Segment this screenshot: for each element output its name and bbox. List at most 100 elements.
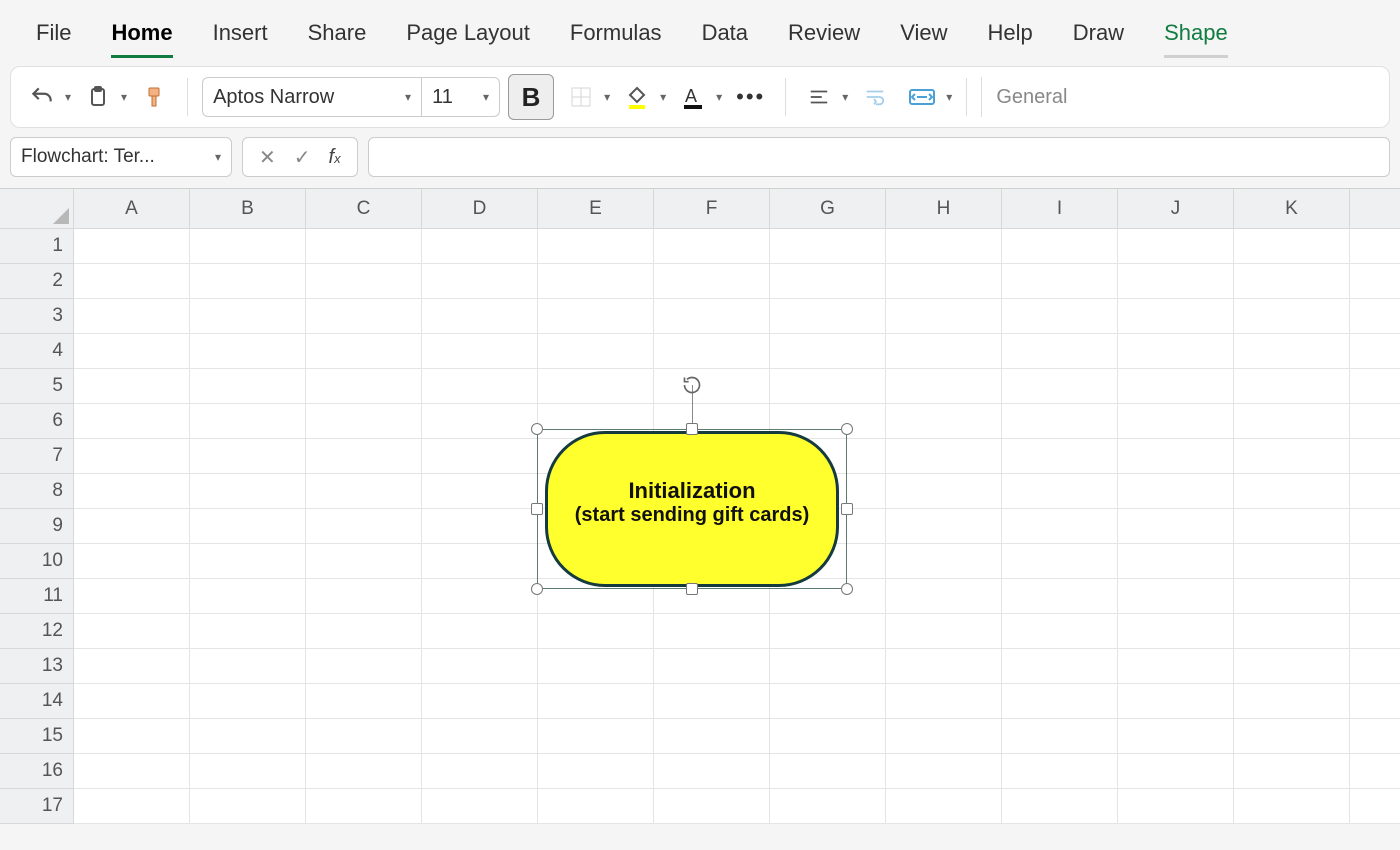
chevron-down-icon[interactable]: ▾ [660, 90, 666, 104]
borders-icon[interactable] [562, 75, 600, 119]
fx-icon[interactable]: fx [323, 146, 347, 169]
cell[interactable] [74, 264, 190, 299]
cell[interactable] [1350, 229, 1400, 264]
cell[interactable] [1234, 299, 1350, 334]
font-name-select[interactable]: Aptos Narrow ▾ [202, 77, 422, 117]
row-header[interactable]: 17 [0, 789, 74, 824]
cell[interactable] [886, 299, 1002, 334]
cell[interactable] [190, 299, 306, 334]
cell[interactable] [1118, 544, 1234, 579]
cell[interactable] [886, 439, 1002, 474]
cell[interactable] [1350, 579, 1400, 614]
cell[interactable] [538, 789, 654, 824]
more-options-icon[interactable]: ••• [730, 75, 771, 119]
cell[interactable] [1002, 439, 1118, 474]
cell[interactable] [74, 474, 190, 509]
cancel-formula-icon[interactable]: ✕ [253, 145, 282, 170]
cell[interactable] [1002, 579, 1118, 614]
format-painter-icon[interactable] [135, 75, 173, 119]
row-header[interactable]: 5 [0, 369, 74, 404]
cell[interactable] [538, 334, 654, 369]
cell[interactable] [886, 579, 1002, 614]
cell[interactable] [1350, 509, 1400, 544]
cell[interactable] [306, 684, 422, 719]
cell[interactable] [306, 754, 422, 789]
cell[interactable] [1118, 614, 1234, 649]
cell[interactable] [654, 789, 770, 824]
cell[interactable] [306, 369, 422, 404]
fill-color-icon[interactable] [618, 75, 656, 119]
cell[interactable] [886, 614, 1002, 649]
clipboard-split[interactable]: ▾ [79, 75, 127, 119]
row-header[interactable]: 6 [0, 404, 74, 439]
resize-handle-s[interactable] [686, 583, 698, 595]
resize-handle-n[interactable] [686, 423, 698, 435]
cell[interactable] [1234, 579, 1350, 614]
cell[interactable] [1002, 614, 1118, 649]
undo-split[interactable]: ▾ [23, 75, 71, 119]
cell[interactable] [1002, 754, 1118, 789]
cell[interactable] [1350, 789, 1400, 824]
col-header[interactable]: A [74, 189, 190, 229]
cell[interactable] [74, 334, 190, 369]
cell[interactable] [538, 649, 654, 684]
merge-split[interactable]: ▾ [902, 75, 952, 119]
cell[interactable] [770, 719, 886, 754]
row-header[interactable]: 13 [0, 649, 74, 684]
row-header[interactable]: 16 [0, 754, 74, 789]
cell[interactable] [306, 229, 422, 264]
col-header[interactable]: I [1002, 189, 1118, 229]
cell[interactable] [1350, 719, 1400, 754]
cell[interactable] [1118, 369, 1234, 404]
cell[interactable] [1234, 649, 1350, 684]
cell[interactable] [1234, 229, 1350, 264]
tab-help[interactable]: Help [967, 12, 1052, 58]
cell[interactable] [1350, 474, 1400, 509]
borders-split[interactable]: ▾ [562, 75, 610, 119]
font-color-split[interactable]: A ▾ [674, 75, 722, 119]
cell[interactable] [306, 719, 422, 754]
select-all-corner[interactable] [0, 189, 74, 229]
tab-share[interactable]: Share [288, 12, 387, 58]
rotate-handle-icon[interactable] [682, 375, 702, 395]
cell[interactable] [190, 754, 306, 789]
cell[interactable] [1350, 614, 1400, 649]
cell[interactable] [886, 719, 1002, 754]
cell[interactable] [74, 509, 190, 544]
cell[interactable] [74, 754, 190, 789]
cell[interactable] [422, 509, 538, 544]
cell[interactable] [1234, 334, 1350, 369]
cell[interactable] [306, 264, 422, 299]
cell[interactable] [306, 649, 422, 684]
cell[interactable] [770, 264, 886, 299]
cell[interactable] [1234, 684, 1350, 719]
cell[interactable] [190, 334, 306, 369]
tab-shape[interactable]: Shape [1144, 12, 1248, 58]
cell[interactable] [422, 544, 538, 579]
col-header[interactable]: E [538, 189, 654, 229]
font-color-icon[interactable]: A [674, 75, 712, 119]
cell[interactable] [770, 614, 886, 649]
cell[interactable] [190, 719, 306, 754]
tab-formulas[interactable]: Formulas [550, 12, 682, 58]
cell[interactable] [654, 614, 770, 649]
cell[interactable] [770, 789, 886, 824]
cell[interactable] [1350, 544, 1400, 579]
row-header[interactable]: 9 [0, 509, 74, 544]
cell[interactable] [306, 789, 422, 824]
cell[interactable] [1350, 334, 1400, 369]
cell[interactable] [654, 264, 770, 299]
cell[interactable] [1002, 509, 1118, 544]
cell[interactable] [1002, 299, 1118, 334]
cell[interactable] [1118, 334, 1234, 369]
row-header[interactable]: 7 [0, 439, 74, 474]
cell[interactable] [538, 614, 654, 649]
cell[interactable] [538, 719, 654, 754]
tab-page-layout[interactable]: Page Layout [386, 12, 550, 58]
cell[interactable] [1002, 649, 1118, 684]
cell[interactable] [422, 579, 538, 614]
chevron-down-icon[interactable]: ▾ [604, 90, 610, 104]
chevron-down-icon[interactable]: ▾ [716, 90, 722, 104]
chevron-down-icon[interactable]: ▾ [842, 90, 848, 104]
cell[interactable] [1118, 579, 1234, 614]
